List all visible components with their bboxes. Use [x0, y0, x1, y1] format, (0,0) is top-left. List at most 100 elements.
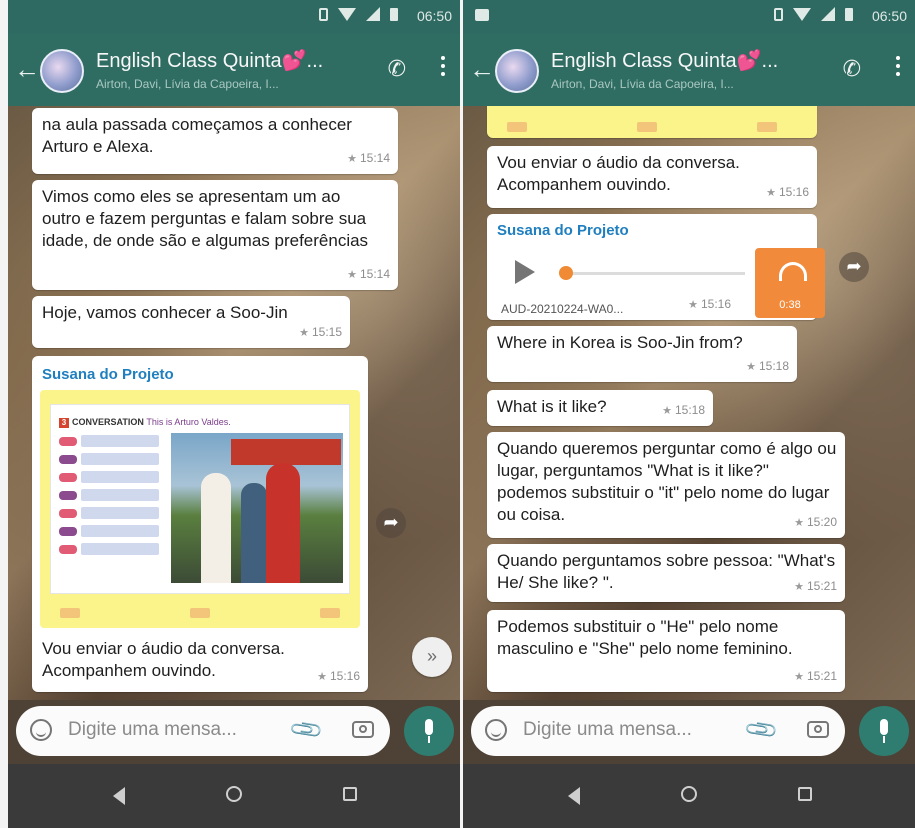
star-icon: ★: [688, 299, 698, 311]
audio-message-bubble[interactable]: Susana do Projeto 0:38 AUD-20210224-WA0.…: [487, 214, 825, 320]
shared-image[interactable]: 3 CONVERSATION This is Arturo Valdes.: [40, 390, 360, 628]
image-message-bubble[interactable]: Susana do Projeto 3 CONVERSATION This is …: [32, 356, 368, 692]
nav-home-icon[interactable]: [681, 786, 697, 802]
headphones-icon: [779, 262, 807, 281]
group-title[interactable]: English Class Quinta💕...: [96, 48, 323, 73]
message-time: ★ 15:21: [794, 669, 837, 683]
star-icon: ★: [347, 269, 357, 281]
star-icon: ★: [347, 153, 357, 165]
paperclip-icon[interactable]: 📎: [287, 711, 325, 749]
star-icon: ★: [794, 581, 804, 593]
nav-back-icon[interactable]: [113, 787, 125, 805]
wifi-icon: [793, 7, 811, 21]
group-avatar[interactable]: [495, 49, 539, 93]
message-time: ★ 15:14: [347, 151, 390, 165]
right-phone-screen: 06:50 ← English Class Quinta💕... Airton,…: [463, 0, 915, 828]
nav-recents-icon[interactable]: [798, 787, 812, 801]
message-bubble[interactable]: Quando queremos perguntar como é algo ou…: [487, 432, 845, 538]
group-members[interactable]: Airton, Davi, Lívia da Capoeira, I...: [96, 77, 279, 91]
composer-bar: Digite uma mensa... 📎: [463, 700, 915, 764]
status-bar: 06:50: [8, 0, 460, 34]
system-nav-bar: [8, 764, 460, 828]
camera-icon[interactable]: [807, 721, 829, 738]
wifi-icon: [338, 7, 356, 21]
chat-header[interactable]: ← English Class Quinta💕... Airton, Davi,…: [463, 34, 915, 106]
message-bubble[interactable]: Vou enviar o áudio da conversa. Acompanh…: [487, 146, 817, 208]
vibrate-icon: [319, 7, 328, 21]
textbook-page: 3 CONVERSATION This is Arturo Valdes.: [50, 404, 350, 594]
message-time: ★ 15:15: [299, 325, 342, 339]
message-text: na aula passada começamos a conhecer Art…: [42, 115, 352, 156]
message-time: ★ 15:20: [794, 515, 837, 529]
forward-icon[interactable]: ➦: [839, 252, 869, 282]
vibrate-icon: [774, 7, 783, 21]
emoji-icon[interactable]: [485, 719, 507, 741]
group-title[interactable]: English Class Quinta💕...: [551, 48, 778, 73]
message-text: Quando queremos perguntar como é algo ou…: [497, 439, 837, 524]
double-chevron-down-icon[interactable]: »: [412, 637, 452, 677]
forward-icon[interactable]: ➦: [376, 508, 406, 538]
chat-header[interactable]: ← English Class Quinta💕... Airton, Davi,…: [8, 34, 460, 106]
emoji-icon[interactable]: [30, 719, 52, 741]
message-bubble[interactable]: Vimos como eles se apresentam um ao outr…: [32, 180, 398, 290]
star-icon: ★: [766, 187, 776, 199]
add-call-icon[interactable]: ✆: [388, 56, 406, 82]
message-time: ★ 15:16: [766, 185, 809, 199]
sender-name[interactable]: Susana do Projeto: [497, 220, 807, 242]
camera-icon[interactable]: [352, 721, 374, 738]
message-time: ★ 15:18: [662, 403, 705, 417]
audio-progress-track[interactable]: [565, 272, 745, 275]
slide-title: 3 CONVERSATION This is Arturo Valdes.: [59, 411, 231, 433]
signal-icon: [366, 7, 380, 21]
battery-icon: [390, 7, 398, 21]
battery-icon: [845, 7, 853, 21]
paperclip-icon[interactable]: 📎: [742, 711, 780, 749]
dialogue-lines: [59, 435, 169, 561]
message-input-pill[interactable]: Digite uma mensa... 📎: [471, 706, 845, 756]
gallery-notification-icon: [475, 9, 489, 21]
mic-button[interactable]: [404, 706, 454, 756]
message-bubble[interactable]: na aula passada começamos a conhecer Art…: [32, 108, 398, 174]
add-call-icon[interactable]: ✆: [843, 56, 861, 82]
mic-icon: [425, 719, 433, 735]
play-icon[interactable]: [515, 260, 535, 284]
message-bubble[interactable]: Podemos substituir o "He" pelo nome masc…: [487, 610, 845, 692]
image-message-bubble[interactable]: [487, 106, 817, 138]
group-members[interactable]: Airton, Davi, Lívia da Capoeira, I...: [551, 77, 734, 91]
audio-progress-knob[interactable]: [559, 266, 573, 280]
message-bubble[interactable]: Quando perguntamos sobre pessoa: "What's…: [487, 544, 845, 602]
message-input-pill[interactable]: Digite uma mensa... 📎: [16, 706, 390, 756]
status-bar: 06:50: [463, 0, 915, 34]
image-caption: Vou enviar o áudio da conversa. Acompanh…: [42, 639, 285, 680]
star-icon: ★: [794, 671, 804, 683]
back-arrow-icon[interactable]: ←: [469, 54, 495, 85]
slide-decoration: [40, 604, 360, 618]
message-bubble[interactable]: Where in Korea is Soo-Jin from? ★ 15:18: [487, 326, 797, 382]
star-icon: ★: [794, 517, 804, 529]
nav-back-icon[interactable]: [568, 787, 580, 805]
star-icon: ★: [746, 361, 756, 373]
audio-filename: AUD-20210224-WA0...: [501, 302, 624, 316]
mic-button[interactable]: [859, 706, 909, 756]
star-icon: ★: [662, 405, 672, 417]
system-nav-bar: [463, 764, 915, 828]
more-vert-icon[interactable]: [440, 56, 446, 76]
message-input[interactable]: Digite uma mensa...: [68, 719, 237, 741]
status-time: 06:50: [871, 8, 907, 24]
conversation-photo: [171, 433, 343, 583]
message-time: ★ 15:18: [746, 359, 789, 373]
nav-home-icon[interactable]: [226, 786, 242, 802]
message-time: ★ 15:16: [317, 669, 360, 683]
message-bubble[interactable]: What is it like? ★ 15:18: [487, 390, 713, 426]
message-input[interactable]: Digite uma mensa...: [523, 719, 692, 741]
mic-icon: [880, 719, 888, 735]
message-bubble[interactable]: Hoje, vamos conhecer a Soo-Jin ★ 15:15: [32, 296, 350, 348]
sender-name[interactable]: Susana do Projeto: [42, 364, 358, 386]
back-arrow-icon[interactable]: ←: [14, 54, 40, 85]
star-icon: ★: [299, 327, 309, 339]
more-vert-icon[interactable]: [895, 56, 901, 76]
group-avatar[interactable]: [40, 49, 84, 93]
status-icons: [774, 7, 853, 21]
audio-thumbnail: 0:38: [755, 248, 825, 318]
nav-recents-icon[interactable]: [343, 787, 357, 801]
